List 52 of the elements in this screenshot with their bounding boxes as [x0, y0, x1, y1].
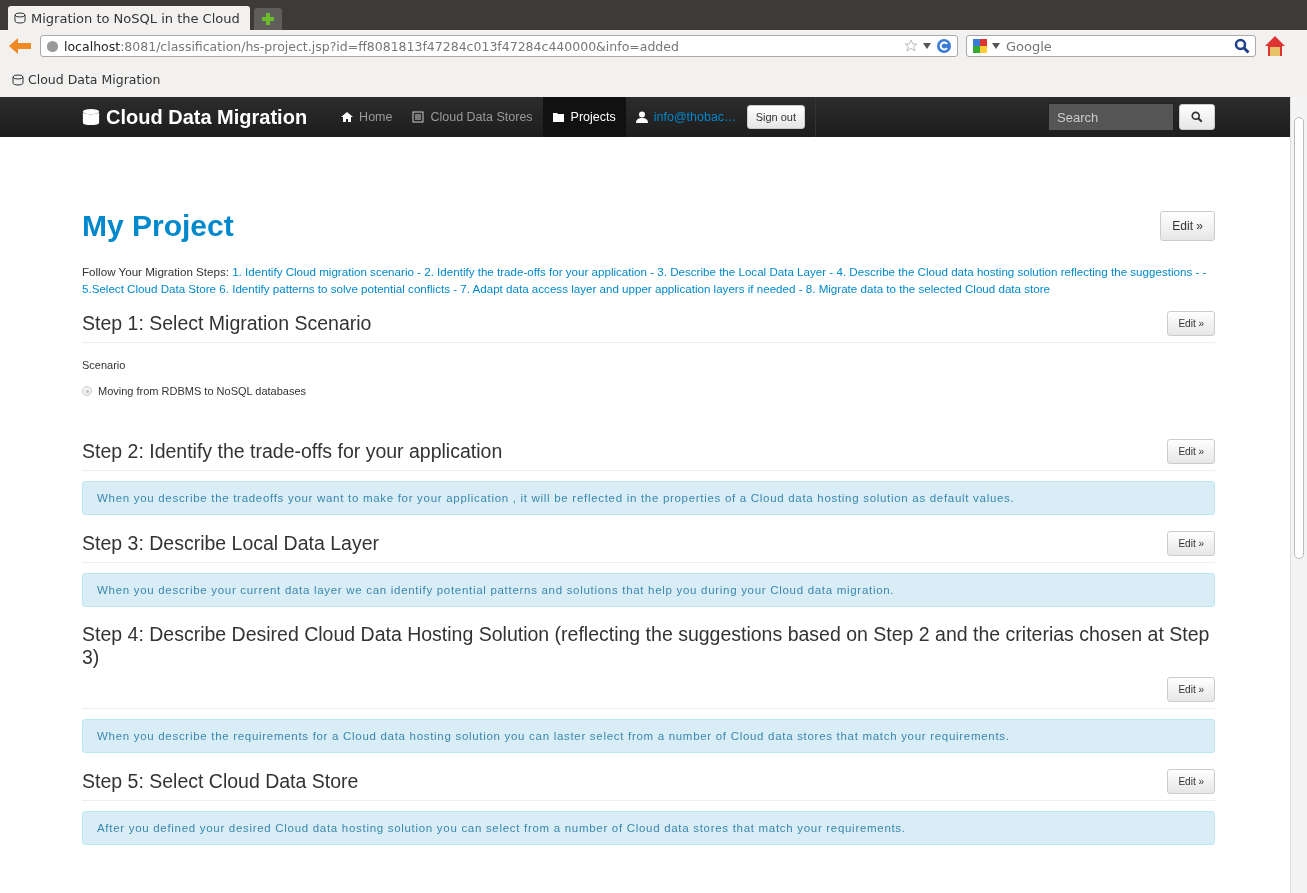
scrollbar[interactable] — [1290, 97, 1307, 893]
edit-button[interactable]: Edit » — [1160, 211, 1215, 241]
info-alert: When you describe the tradeoffs your want to make for your application , it will be reflected in the properties of a Cloud data hosting solution as default values. — [82, 481, 1215, 515]
new-tab-button[interactable] — [253, 8, 282, 30]
edit-button[interactable]: Edit » — [1167, 677, 1215, 702]
step-heading: Step 4: Describe Desired Cloud Data Hosting Solution (reflecting the suggestions based on Step 2 and the criterias chosen at Step 3) — [82, 623, 1211, 669]
step-heading: Step 1: Select Migration Scenario — [82, 312, 372, 335]
info-alert: When you describe your current data layer we can identify potential patterns and solutions that help you during your Cloud data migration. — [82, 573, 1215, 607]
home-icon[interactable] — [1264, 35, 1286, 57]
caret-icon[interactable] — [992, 43, 1000, 49]
bookmark-link[interactable]: Cloud Data Migration — [12, 72, 161, 87]
database-icon — [14, 12, 26, 24]
radio-button[interactable] — [82, 386, 92, 396]
globe-icon — [46, 39, 59, 53]
page-title: My Project — [82, 209, 234, 243]
home-icon — [341, 111, 354, 123]
edit-button[interactable]: Edit » — [1167, 769, 1215, 794]
info-alert: After you defined your desired Cloud data hosting solution you can select from a number of Cloud data stores that match your requirements. — [82, 811, 1215, 845]
web-search-field[interactable]: Google — [966, 35, 1256, 57]
edit-button[interactable]: Edit » — [1167, 531, 1215, 556]
back-arrow-icon[interactable] — [8, 37, 32, 55]
colored-squares-icon — [972, 38, 988, 54]
search-field[interactable]: Search — [1048, 103, 1174, 131]
search-icon — [1191, 111, 1203, 123]
sign-out-button[interactable]: Sign out — [746, 105, 805, 129]
database-icon — [12, 73, 24, 86]
folder-icon — [552, 111, 565, 123]
brand-link[interactable]: Cloud Data Migration — [82, 97, 308, 137]
field-label: Scenario — [82, 359, 127, 371]
nav-link[interactable]: Cloud Data Stores — [402, 97, 543, 137]
migration-steps-text: Follow Your Migration Steps: 1. Identify Cloud migration scenario - 2. Identify the trade-offs for your application - 3. Describe the Local Data Layer - 4. Describe the Cloud data hosting solution reflecting the suggestions - - 5.Select Cloud Data Store 6. Identify patterns to solve potential conflicts - 7. Adapt data access layer and upper application layers if needed - 8. Migrate data to the selected Cloud data store — [82, 264, 1208, 297]
edit-button[interactable]: Edit » — [1167, 311, 1215, 336]
step-heading: Step 5: Select Cloud Data Store — [82, 770, 359, 793]
reload-icon[interactable] — [936, 38, 952, 54]
nav-link[interactable]: Home — [331, 97, 403, 137]
user-link[interactable]: info@thobac… — [625, 97, 747, 137]
star-icon[interactable] — [904, 39, 918, 53]
list-icon — [412, 111, 425, 123]
info-alert: When you describe the requirements for a Cloud data hosting solution you can laster select from a number of Cloud data stores that match your requirements. — [82, 719, 1215, 753]
step-heading: Step 3: Describe Local Data Layer — [82, 532, 379, 555]
address-bar[interactable]: localhost:8081/classification/hs-project.jsp?id=ff8081813f47284c013f47284c440000&info=added — [40, 35, 958, 57]
user-icon — [635, 111, 648, 123]
edit-button[interactable]: Edit » — [1167, 439, 1215, 464]
browser-tab[interactable]: Migration to NoSQL in the Cloud — [8, 6, 250, 30]
search-icon[interactable] — [1234, 38, 1250, 54]
database-icon — [82, 108, 100, 126]
plus-icon — [260, 12, 275, 26]
caret-icon[interactable] — [923, 43, 931, 49]
radio-label: Moving from RDBMS to NoSQL databases — [98, 385, 307, 397]
search-button[interactable] — [1179, 104, 1215, 130]
nav-link[interactable]: Projects — [542, 97, 626, 137]
step-heading: Step 2: Identify the trade-offs for your application — [82, 440, 503, 463]
